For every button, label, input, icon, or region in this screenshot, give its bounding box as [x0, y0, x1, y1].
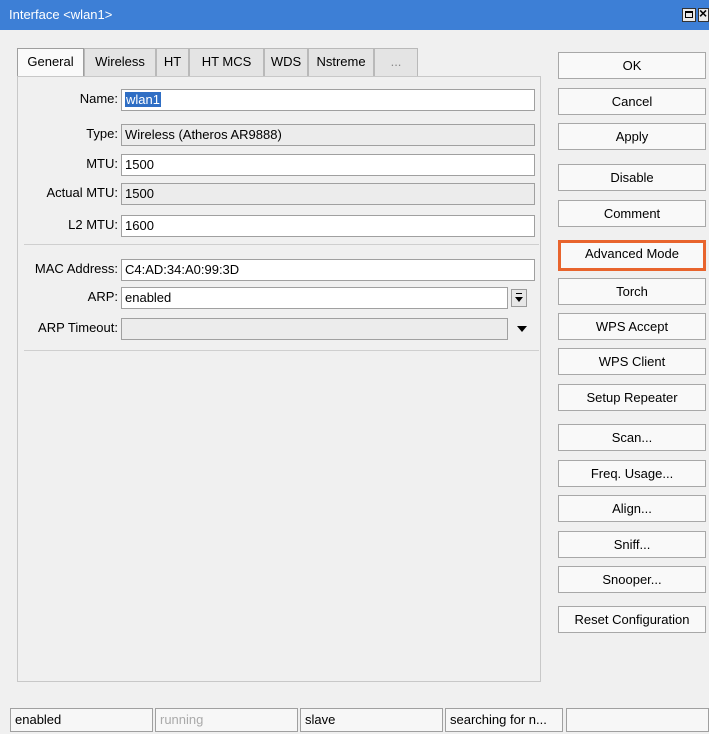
type-field: Wireless (Atheros AR9888)	[121, 124, 535, 146]
scan-button[interactable]: Scan...	[558, 424, 706, 451]
sniff-button[interactable]: Sniff...	[558, 531, 706, 558]
setup-repeater-button[interactable]: Setup Repeater	[558, 384, 706, 411]
arp-timeout-label: ARP Timeout:	[38, 320, 118, 335]
mac-address-label: MAC Address:	[34, 261, 118, 276]
status-running: running	[155, 708, 298, 732]
interface-window: Interface <wlan1> General Wireless HT HT…	[0, 0, 709, 734]
cancel-button[interactable]: Cancel	[558, 88, 706, 115]
arp-label: ARP:	[87, 289, 118, 304]
align-button[interactable]: Align...	[558, 495, 706, 522]
advanced-mode-button[interactable]: Advanced Mode	[558, 240, 706, 271]
maximize-icon[interactable]	[682, 8, 696, 22]
status-empty	[566, 708, 709, 732]
tab-more[interactable]: ...	[374, 48, 418, 76]
arp-select[interactable]: enabled	[121, 287, 508, 309]
close-icon[interactable]	[698, 5, 709, 22]
title-bar[interactable]: Interface <wlan1>	[0, 0, 709, 30]
section-divider	[24, 244, 539, 245]
tab-nstreme[interactable]: Nstreme	[308, 48, 374, 76]
tab-ht[interactable]: HT	[156, 48, 189, 76]
mtu-label: MTU:	[86, 156, 118, 171]
tab-wds[interactable]: WDS	[264, 48, 308, 76]
comment-button[interactable]: Comment	[558, 200, 706, 227]
type-label: Type:	[86, 126, 118, 141]
name-value: wlan1	[125, 92, 161, 107]
name-input[interactable]: wlan1	[121, 89, 535, 111]
disable-button[interactable]: Disable	[558, 164, 706, 191]
freq-usage-button[interactable]: Freq. Usage...	[558, 460, 706, 487]
apply-button[interactable]: Apply	[558, 123, 706, 150]
reset-configuration-button[interactable]: Reset Configuration	[558, 606, 706, 633]
wps-accept-button[interactable]: WPS Accept	[558, 313, 706, 340]
actual-mtu-label: Actual MTU:	[46, 185, 118, 200]
tab-ht-mcs[interactable]: HT MCS	[189, 48, 264, 76]
status-searching: searching for n...	[445, 708, 563, 732]
actual-mtu-field: 1500	[121, 183, 535, 205]
l2-mtu-label: L2 MTU:	[68, 217, 118, 232]
torch-button[interactable]: Torch	[558, 278, 706, 305]
l2-mtu-input[interactable]: 1600	[121, 215, 535, 237]
section-divider	[24, 350, 539, 351]
tab-general[interactable]: General	[17, 48, 84, 77]
mtu-input[interactable]: 1500	[121, 154, 535, 176]
tab-wireless[interactable]: Wireless	[84, 48, 156, 76]
snooper-button[interactable]: Snooper...	[558, 566, 706, 593]
arp-timeout-field[interactable]	[121, 318, 508, 340]
name-label: Name:	[79, 91, 118, 106]
ok-button[interactable]: OK	[558, 52, 706, 79]
arp-timeout-dropdown-icon[interactable]	[517, 326, 527, 332]
window-title: Interface <wlan1>	[9, 7, 113, 22]
wps-client-button[interactable]: WPS Client	[558, 348, 706, 375]
mac-address-input[interactable]: C4:AD:34:A0:99:3D	[121, 259, 535, 281]
status-slave: slave	[300, 708, 443, 732]
arp-dropdown-icon[interactable]	[511, 289, 527, 307]
status-enabled: enabled	[10, 708, 153, 732]
